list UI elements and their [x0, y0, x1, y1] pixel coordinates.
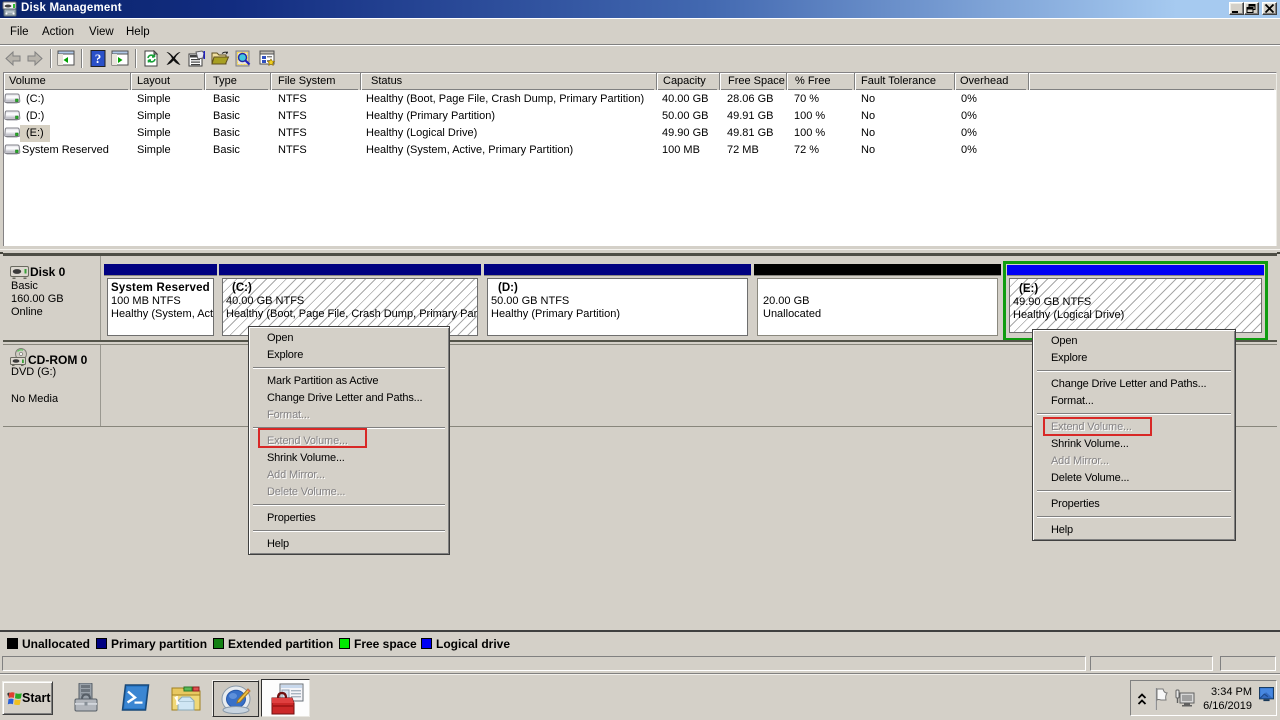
svg-text:?: ? — [95, 51, 102, 66]
